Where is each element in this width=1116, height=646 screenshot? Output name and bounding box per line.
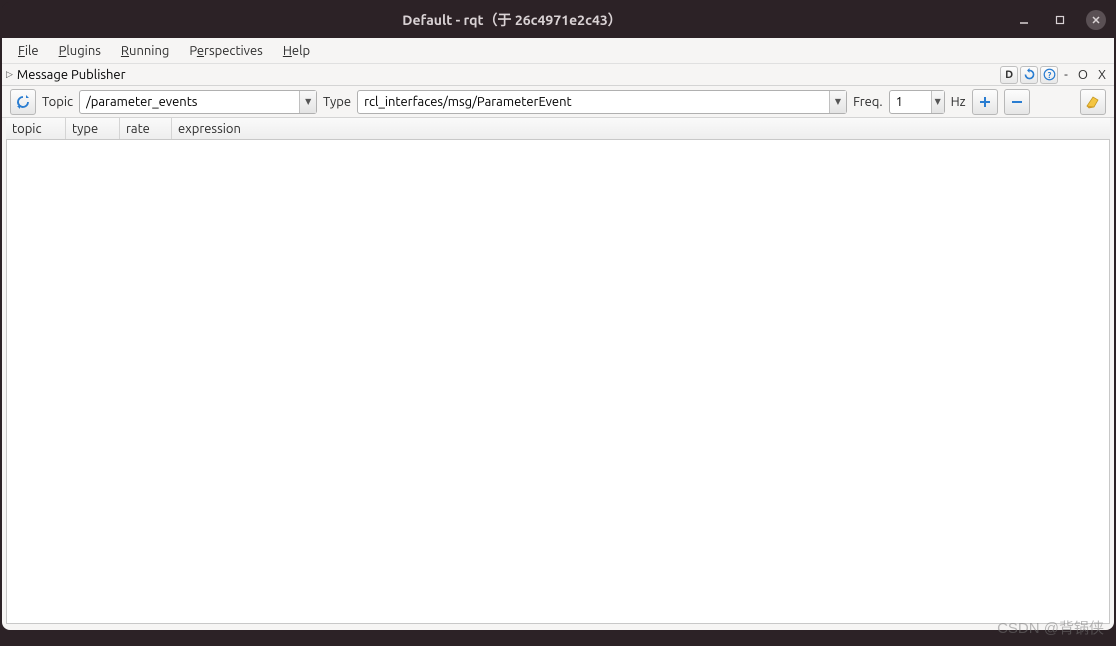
table-body[interactable] <box>6 140 1110 624</box>
menu-plugins[interactable]: Plugins <box>51 41 109 61</box>
menubar: File Plugins Running Perspectives Help <box>2 38 1114 64</box>
type-label: Type <box>323 95 351 109</box>
topic-label: Topic <box>42 95 73 109</box>
type-dropdown-icon[interactable]: ▼ <box>829 91 846 113</box>
minimize-button[interactable] <box>1014 10 1034 30</box>
freq-label: Freq. <box>853 95 883 109</box>
menu-help[interactable]: Help <box>275 41 318 61</box>
topic-combo[interactable]: ▼ <box>79 90 317 114</box>
plugin-float[interactable]: O <box>1074 68 1092 82</box>
plugin-title: Message Publisher <box>17 68 126 82</box>
clear-button[interactable] <box>1080 89 1106 115</box>
window-title: Default - rqt（于 26c4971e2c43） <box>10 10 1014 30</box>
freq-dropdown-icon[interactable]: ▼ <box>931 91 944 113</box>
add-button[interactable] <box>972 89 998 115</box>
close-button[interactable] <box>1086 10 1106 30</box>
freq-input[interactable] <box>890 91 931 113</box>
expand-icon[interactable]: ▷ <box>6 69 13 80</box>
maximize-button[interactable] <box>1050 10 1070 30</box>
remove-button[interactable] <box>1004 89 1030 115</box>
column-type[interactable]: type <box>66 118 120 139</box>
menu-running[interactable]: Running <box>113 41 177 61</box>
refresh-topics-button[interactable] <box>10 89 36 115</box>
plugin-minimize[interactable]: - <box>1060 68 1072 82</box>
plugin-close[interactable]: X <box>1094 68 1110 82</box>
column-topic[interactable]: topic <box>6 118 66 139</box>
type-combo[interactable]: ▼ <box>357 90 847 114</box>
column-expression[interactable]: expression <box>172 118 1110 139</box>
reload-icon[interactable] <box>1020 66 1038 84</box>
topic-input[interactable] <box>80 91 299 113</box>
column-rate[interactable]: rate <box>120 118 172 139</box>
topic-dropdown-icon[interactable]: ▼ <box>299 91 316 113</box>
table-header: topic type rate expression <box>6 118 1110 140</box>
type-input[interactable] <box>358 91 829 113</box>
svg-text:?: ? <box>1047 70 1051 80</box>
hz-label: Hz <box>951 95 966 109</box>
help-icon[interactable]: ? <box>1040 66 1058 84</box>
menu-perspectives[interactable]: Perspectives <box>181 41 270 61</box>
menu-file[interactable]: File <box>10 41 47 61</box>
freq-combo[interactable]: ▼ <box>889 90 945 114</box>
dock-button[interactable]: D <box>1000 66 1018 84</box>
